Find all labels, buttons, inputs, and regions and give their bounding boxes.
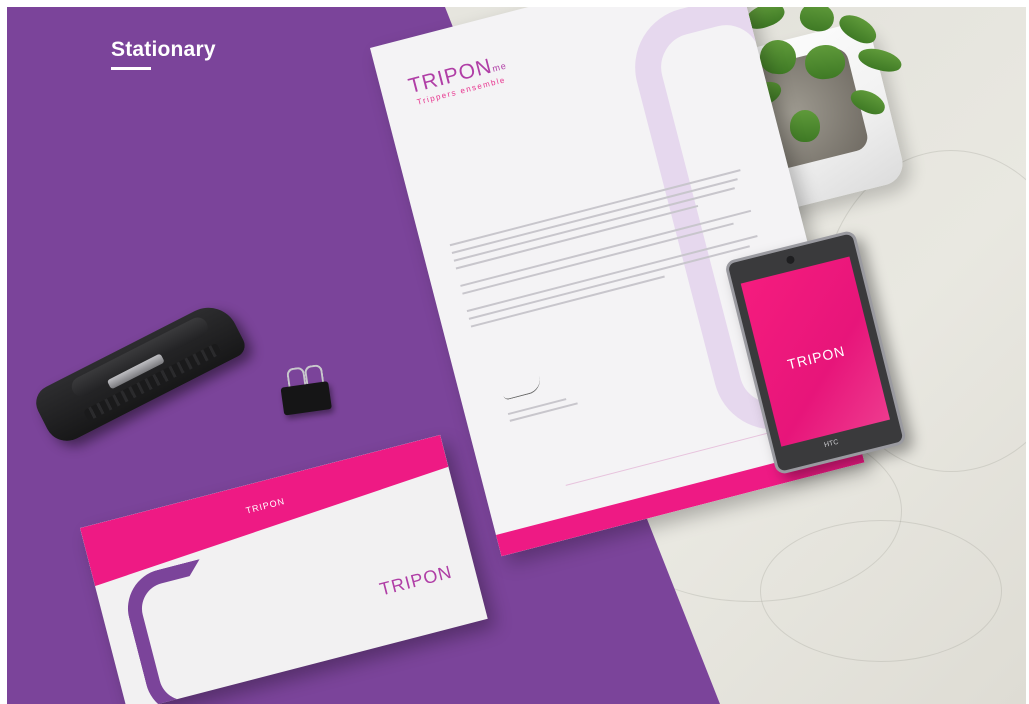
heading-underline: [111, 67, 151, 70]
frame-top: [0, 0, 1029, 7]
page-heading: Stationary: [111, 38, 216, 61]
phone-logo: TRIPON: [785, 342, 847, 373]
marble-vein: [760, 520, 1002, 662]
phone-camera-icon: [785, 255, 796, 265]
stationary-mockup: Stationary TRIPONme Trippers ensemble TR…: [0, 0, 1029, 704]
frame-left: [0, 0, 7, 704]
signature: [500, 376, 544, 401]
phone-brand: HTC: [823, 438, 840, 450]
phone-screen: TRIPON: [740, 256, 891, 447]
envelope-logo: TRIPON: [377, 561, 455, 600]
envelope-graphic: [119, 559, 237, 704]
